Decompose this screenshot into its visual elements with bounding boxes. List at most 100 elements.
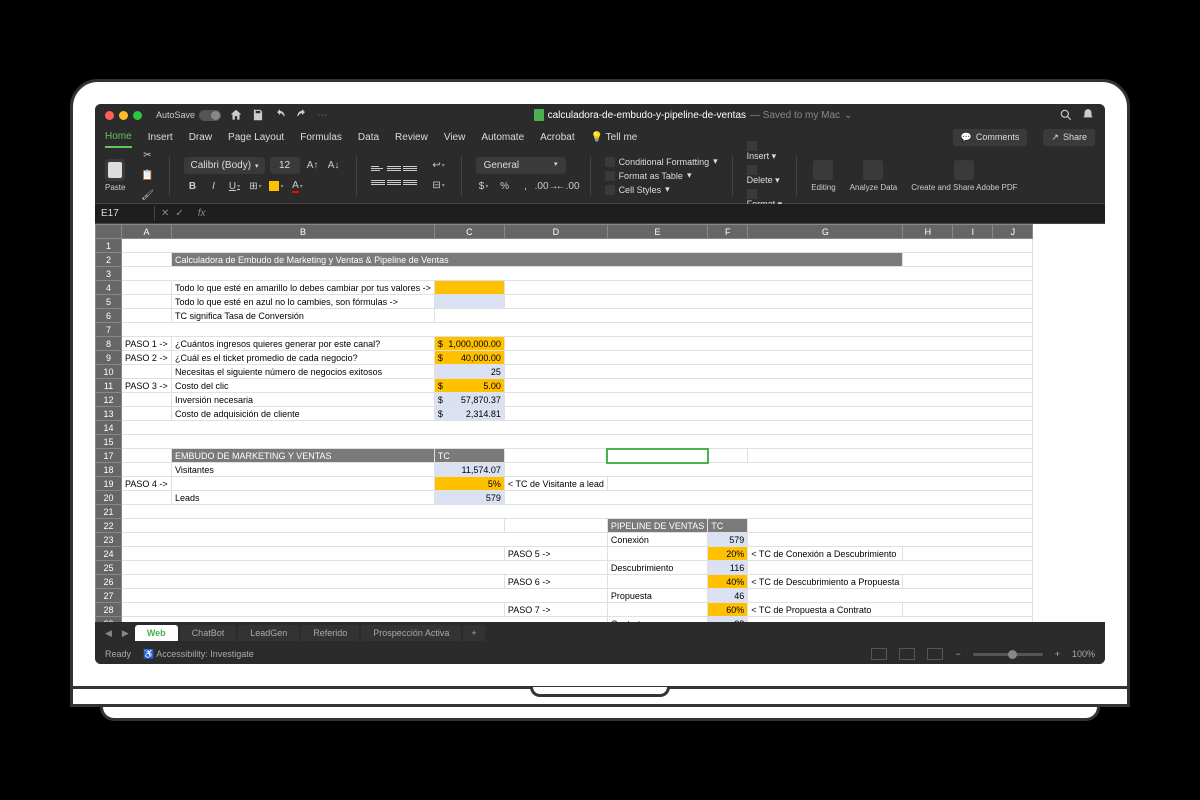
close-window-icon[interactable]: [105, 111, 114, 120]
font-size-select[interactable]: 12: [270, 157, 300, 174]
currency-button[interactable]: $▾: [476, 178, 492, 194]
cell[interactable]: ¿Cuál es el ticket promedio de cada nego…: [172, 351, 435, 365]
col-header[interactable]: E: [607, 225, 707, 239]
sheet-tab-prospeccion[interactable]: Prospección Activa: [361, 625, 461, 641]
spreadsheet-grid[interactable]: A B C D E F G H I J 1 2Calculadora de Em…: [95, 224, 1105, 622]
col-header[interactable]: F: [708, 225, 748, 239]
row-header[interactable]: 17: [96, 449, 122, 463]
accessibility-status[interactable]: ♿ Accessibility: Investigate: [143, 649, 254, 660]
number-format-select[interactable]: General▾: [476, 157, 566, 174]
page-layout-view-button[interactable]: [899, 648, 915, 660]
merge-button[interactable]: ⊟▾: [431, 178, 447, 194]
underline-button[interactable]: U▾: [226, 178, 242, 194]
align-bottom-left[interactable]: [371, 177, 385, 189]
delete-cells-button[interactable]: Delete ▾: [747, 165, 783, 186]
select-all-button[interactable]: [96, 225, 122, 239]
row-header[interactable]: 6: [96, 309, 122, 323]
sheet-tab-web[interactable]: Web: [135, 625, 178, 641]
align-top-center[interactable]: [387, 163, 401, 175]
name-box[interactable]: E17: [95, 206, 155, 221]
zoom-level[interactable]: 100%: [1072, 649, 1095, 659]
cell[interactable]: TC: [434, 449, 504, 463]
row-header[interactable]: 27: [96, 589, 122, 603]
cell[interactable]: 60%: [708, 603, 748, 617]
cell[interactable]: TC: [708, 519, 748, 533]
align-bottom-right[interactable]: [403, 177, 417, 189]
cell[interactable]: < TC de Visitante a lead: [504, 477, 607, 491]
row-header[interactable]: 25: [96, 561, 122, 575]
cell[interactable]: 579: [708, 533, 748, 547]
decrease-font-icon[interactable]: A↓: [326, 158, 342, 174]
cell[interactable]: Propuesta: [607, 589, 707, 603]
tab-draw[interactable]: Draw: [189, 128, 212, 147]
tab-view[interactable]: View: [444, 128, 466, 147]
col-header[interactable]: A: [122, 225, 172, 239]
row-header[interactable]: 21: [96, 505, 122, 519]
analyze-data-button[interactable]: Analyze Data: [850, 160, 898, 192]
row-header[interactable]: 24: [96, 547, 122, 561]
col-header[interactable]: B: [172, 225, 435, 239]
adobe-pdf-button[interactable]: Create and Share Adobe PDF: [911, 160, 1017, 192]
insert-cells-button[interactable]: Insert ▾: [747, 141, 783, 162]
row-header[interactable]: 2: [96, 253, 122, 267]
cell[interactable]: < TC de Conexión a Descubrimiento: [748, 547, 903, 561]
row-header[interactable]: 23: [96, 533, 122, 547]
sheet-tab-chatbot[interactable]: ChatBot: [180, 625, 237, 641]
cell[interactable]: Costo del clic: [172, 379, 435, 393]
comments-button[interactable]: 💬 Comments: [953, 129, 1028, 146]
align-top-left[interactable]: [371, 163, 385, 175]
row-header[interactable]: 19: [96, 477, 122, 491]
fill-color-button[interactable]: ▾: [268, 178, 284, 194]
col-header[interactable]: J: [993, 225, 1033, 239]
cell[interactable]: < TC de Descubrimiento a Propuesta: [748, 575, 903, 589]
row-header[interactable]: 12: [96, 393, 122, 407]
cell[interactable]: PASO 1 ->: [122, 337, 172, 351]
notification-icon[interactable]: [1081, 108, 1095, 122]
cell[interactable]: Contrato: [607, 617, 707, 623]
minimize-window-icon[interactable]: [119, 111, 128, 120]
cell[interactable]: Todo lo que esté en amarillo lo debes ca…: [172, 281, 435, 295]
cell[interactable]: Leads: [172, 491, 435, 505]
row-header[interactable]: 10: [96, 365, 122, 379]
align-top-right[interactable]: [403, 163, 417, 175]
row-header[interactable]: 4: [96, 281, 122, 295]
sheet-tab-referido[interactable]: Referido: [301, 625, 359, 641]
share-button[interactable]: ↗ Share: [1043, 129, 1095, 146]
tab-home[interactable]: Home: [105, 127, 132, 148]
format-painter-icon[interactable]: 🖌: [139, 188, 155, 204]
home-icon[interactable]: [229, 108, 243, 122]
cell[interactable]: EMBUDO DE MARKETING Y VENTAS: [172, 449, 435, 463]
decrease-decimal-button[interactable]: ←.00: [560, 178, 576, 194]
cell[interactable]: Todo lo que esté en azul no lo cambies, …: [172, 295, 435, 309]
tab-automate[interactable]: Automate: [481, 128, 524, 147]
editing-button[interactable]: Editing: [811, 160, 835, 192]
bold-button[interactable]: B: [184, 178, 200, 194]
cell[interactable]: $40,000.00: [434, 351, 504, 365]
cell[interactable]: PASO 7 ->: [504, 603, 607, 617]
cell[interactable]: 5%: [434, 477, 504, 491]
cell[interactable]: 20%: [708, 547, 748, 561]
cell[interactable]: $2,314.81: [434, 407, 504, 421]
col-header[interactable]: G: [748, 225, 903, 239]
cell[interactable]: 40%: [708, 575, 748, 589]
col-header[interactable]: I: [953, 225, 993, 239]
cell[interactable]: TC significa Tasa de Conversión: [172, 309, 435, 323]
row-header[interactable]: 20: [96, 491, 122, 505]
font-family-select[interactable]: Calibri (Body)▾: [184, 157, 264, 174]
cell[interactable]: 11,574.07: [434, 463, 504, 477]
tab-next-icon[interactable]: ▶: [118, 628, 133, 639]
comma-button[interactable]: ,: [518, 178, 534, 194]
cell[interactable]: $1,000,000.00: [434, 337, 504, 351]
cell[interactable]: Necesitas el siguiente número de negocio…: [172, 365, 435, 379]
increase-decimal-button[interactable]: .00→: [539, 178, 555, 194]
row-header[interactable]: 18: [96, 463, 122, 477]
row-header[interactable]: 13: [96, 407, 122, 421]
cell[interactable]: PASO 2 ->: [122, 351, 172, 365]
row-header[interactable]: 11: [96, 379, 122, 393]
tab-formulas[interactable]: Formulas: [300, 128, 342, 147]
cell[interactable]: Visitantes: [172, 463, 435, 477]
undo-icon[interactable]: [273, 108, 287, 122]
cell[interactable]: PASO 4 ->: [122, 477, 172, 491]
zoom-in-button[interactable]: +: [1055, 649, 1060, 659]
autosave-toggle[interactable]: AutoSave: [156, 110, 221, 121]
